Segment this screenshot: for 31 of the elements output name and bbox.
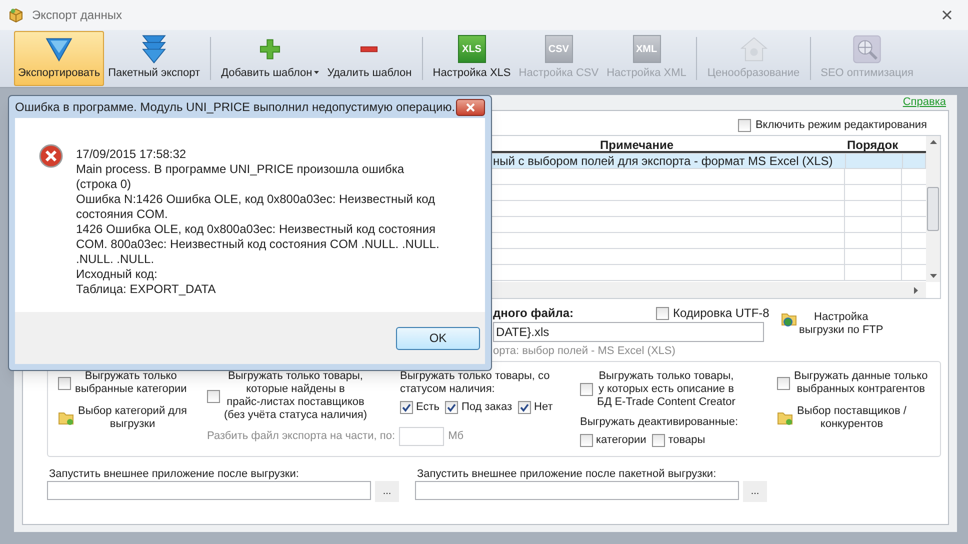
field-label: Запустить внешнее приложение после пакетной выгрузки: xyxy=(416,467,718,481)
checkbox-label: Выгружать данные только выбранных контрагентов xyxy=(794,370,928,396)
checkbox-label: Включить режим редактирования xyxy=(755,118,927,133)
group-label: Выгружать деактивированные: xyxy=(580,416,739,429)
error-message-line: Исходный код: xyxy=(76,267,158,282)
file-badge-icon: XLS xyxy=(458,35,486,63)
checkbox-label: Выгружать только товары, у которых есть описание в БД E-Trade Content Creator xyxy=(597,370,736,409)
checkbox-label: Есть xyxy=(416,400,440,415)
file-badge-icon: XML xyxy=(632,35,660,63)
checkbox-label: категории xyxy=(596,433,646,448)
field-label: Разбить файл экспорта на части, по: xyxy=(207,429,396,444)
checkbox-label: Под заказ xyxy=(461,400,512,415)
table-cell: ный с выбором полей для экспорта - формат MS Excel (XLS) xyxy=(493,154,846,168)
field-label: Запустить внешнее приложение после выгрузки: xyxy=(48,467,300,481)
dialog-title: Ошибка в программе. Модуль UNI_PRICE выполнил недопустимую операцию. xyxy=(15,99,456,116)
unit-label: Мб xyxy=(448,429,464,444)
error-message-line: Ошибка N:1426 Ошибка OLE, код 0x800a03ec: Неизвестный код состояния COM. xyxy=(76,192,436,222)
hint-text: орта: выбор полей - MS Excel (XLS) xyxy=(493,344,676,358)
error-message-line: 1426 Ошибка OLE, код 0x800a03ec: Неизвестный код состояния COM. 800a03ec: Неизвестный код состояния COM .NULL. .NULL. .NULL. .NULL. xyxy=(76,222,440,267)
error-message-line: Main process. В программе UNI_PRICE произошла ошибка (строка 0) xyxy=(76,162,406,192)
checkbox-label: Выгружать только товары, которые найдены в прайс-листах поставщиков (без учёта статуса наличия) xyxy=(224,370,368,422)
window-title: Экспорт данных xyxy=(32,7,122,24)
error-message-line: Таблица: EXPORT_DATA xyxy=(76,282,217,297)
field-label: дного файла: xyxy=(493,305,575,322)
file-badge-icon: CSV xyxy=(544,35,573,63)
checkbox-label: Кодировка UTF-8 xyxy=(673,305,770,322)
error-message-line: 17/09/2015 17:58:32 xyxy=(76,147,188,162)
group-label: Выгружать только товары, со статусом наличия: xyxy=(400,370,551,396)
checkbox-label: Выгружать только выбранные категории xyxy=(75,370,187,396)
checkbox-label: товары xyxy=(668,433,706,448)
checkbox-label: Нет xyxy=(534,400,553,415)
